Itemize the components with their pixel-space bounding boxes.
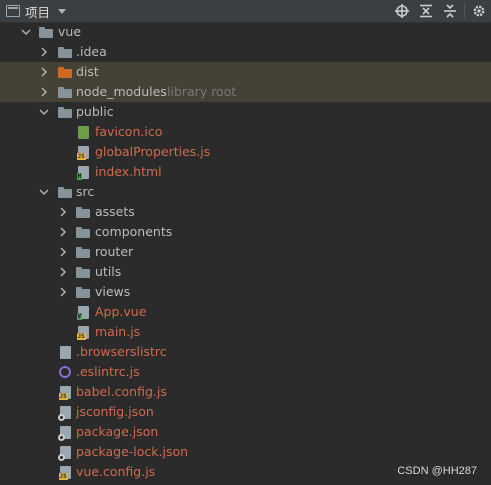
tree-label: package.json <box>76 424 159 439</box>
tree-label: main.js <box>95 324 141 339</box>
tree-row-jsconfig[interactable]: jsconfig.json <box>0 402 491 422</box>
tree-row-public[interactable]: public <box>0 102 491 122</box>
tree-row-main-js[interactable]: JS main.js <box>0 322 491 342</box>
json-config-file-icon <box>57 402 72 422</box>
tree-row-idea[interactable]: .idea <box>0 42 491 62</box>
project-tree: vue .idea dist node_modules library root… <box>0 22 491 482</box>
gear-icon[interactable] <box>467 0 491 22</box>
library-root-note: library root <box>167 84 237 99</box>
toolbar-separator <box>464 3 465 19</box>
collapse-all-icon[interactable] <box>438 0 462 22</box>
library-folder-icon <box>58 82 72 102</box>
chevron-right-icon[interactable] <box>58 222 68 242</box>
folder-icon <box>58 182 72 202</box>
tree-row-babel-config[interactable]: JS babel.config.js <box>0 382 491 402</box>
chevron-right-icon[interactable] <box>58 262 68 282</box>
tree-label: router <box>95 244 134 259</box>
excluded-folder-icon <box>58 62 72 82</box>
project-tool-window-header: 项目 <box>0 0 491 23</box>
tree-row-utils[interactable]: utils <box>0 262 491 282</box>
watermark: CSDN @HH287 <box>397 465 477 477</box>
tree-label: utils <box>95 264 122 279</box>
chevron-right-icon[interactable] <box>39 42 49 62</box>
tree-label: favicon.ico <box>95 124 163 139</box>
tree-label: views <box>95 284 131 299</box>
project-title[interactable]: 项目 <box>25 2 50 21</box>
js-file-icon: JS <box>76 142 90 162</box>
folder-icon <box>76 262 90 282</box>
chevron-right-icon[interactable] <box>39 82 49 102</box>
dropdown-caret-icon[interactable] <box>58 8 67 14</box>
tree-row-global-properties[interactable]: JS globalProperties.js <box>0 142 491 162</box>
tree-row-index-html[interactable]: H index.html <box>0 162 491 182</box>
tree-label: .eslintrc.js <box>76 364 140 379</box>
tree-label: node_modules <box>76 84 167 99</box>
tree-label: assets <box>95 204 135 219</box>
tree-label: public <box>76 104 114 119</box>
chevron-right-icon[interactable] <box>39 62 49 82</box>
expand-all-icon[interactable] <box>414 0 438 22</box>
project-icon <box>6 5 20 17</box>
vue-file-icon: V <box>76 302 90 322</box>
tree-row-src[interactable]: src <box>0 182 491 202</box>
text-file-icon <box>58 342 72 362</box>
json-config-file-icon <box>57 422 72 442</box>
chevron-down-icon[interactable] <box>39 182 49 202</box>
chevron-down-icon[interactable] <box>21 22 31 42</box>
tree-label: babel.config.js <box>76 384 167 399</box>
js-file-icon: JS <box>76 322 90 342</box>
tree-label: src <box>76 184 95 199</box>
tree-row-favicon[interactable]: favicon.ico <box>0 122 491 142</box>
js-file-icon: JS <box>58 462 72 482</box>
tree-label: dist <box>76 64 99 79</box>
tree-label: jsconfig.json <box>76 404 154 419</box>
project-view-selector[interactable]: 项目 <box>0 2 67 21</box>
folder-icon <box>58 42 72 62</box>
tree-row-app-vue[interactable]: V App.vue <box>0 302 491 322</box>
tree-row-browserslistrc[interactable]: .browserslistrc <box>0 342 491 362</box>
tree-row-views[interactable]: views <box>0 282 491 302</box>
tree-label: .browserslistrc <box>76 344 167 359</box>
tree-label: components <box>95 224 173 239</box>
tree-label: .idea <box>76 44 107 59</box>
tree-row-vue[interactable]: vue <box>0 22 491 42</box>
folder-icon <box>39 22 53 42</box>
folder-icon <box>58 102 72 122</box>
eslint-icon <box>58 362 72 382</box>
tree-row-assets[interactable]: assets <box>0 202 491 222</box>
json-config-file-icon <box>57 442 72 462</box>
folder-icon <box>76 202 90 222</box>
tree-row-router[interactable]: router <box>0 242 491 262</box>
folder-icon <box>76 242 90 262</box>
tree-label: index.html <box>95 164 162 179</box>
tree-label: package-lock.json <box>76 444 189 459</box>
tree-label: vue.config.js <box>76 464 156 479</box>
folder-icon <box>76 222 90 242</box>
tree-row-package-lock[interactable]: package-lock.json <box>0 442 491 462</box>
js-file-icon: JS <box>58 382 72 402</box>
chevron-down-icon[interactable] <box>39 102 49 122</box>
tree-row-package-json[interactable]: package.json <box>0 422 491 442</box>
tree-row-node-modules[interactable]: node_modules library root <box>0 82 491 102</box>
tree-label: vue <box>58 24 82 39</box>
locate-icon[interactable] <box>390 0 414 22</box>
chevron-right-icon[interactable] <box>58 202 68 222</box>
html-file-icon: H <box>76 162 90 182</box>
folder-icon <box>76 282 90 302</box>
chevron-right-icon[interactable] <box>58 282 68 302</box>
chevron-right-icon[interactable] <box>58 242 68 262</box>
image-file-icon <box>76 122 90 142</box>
tree-label: App.vue <box>95 304 147 319</box>
tree-row-eslintrc[interactable]: .eslintrc.js <box>0 362 491 382</box>
tree-row-components[interactable]: components <box>0 222 491 242</box>
tree-row-dist[interactable]: dist <box>0 62 491 82</box>
tree-label: globalProperties.js <box>95 144 211 159</box>
